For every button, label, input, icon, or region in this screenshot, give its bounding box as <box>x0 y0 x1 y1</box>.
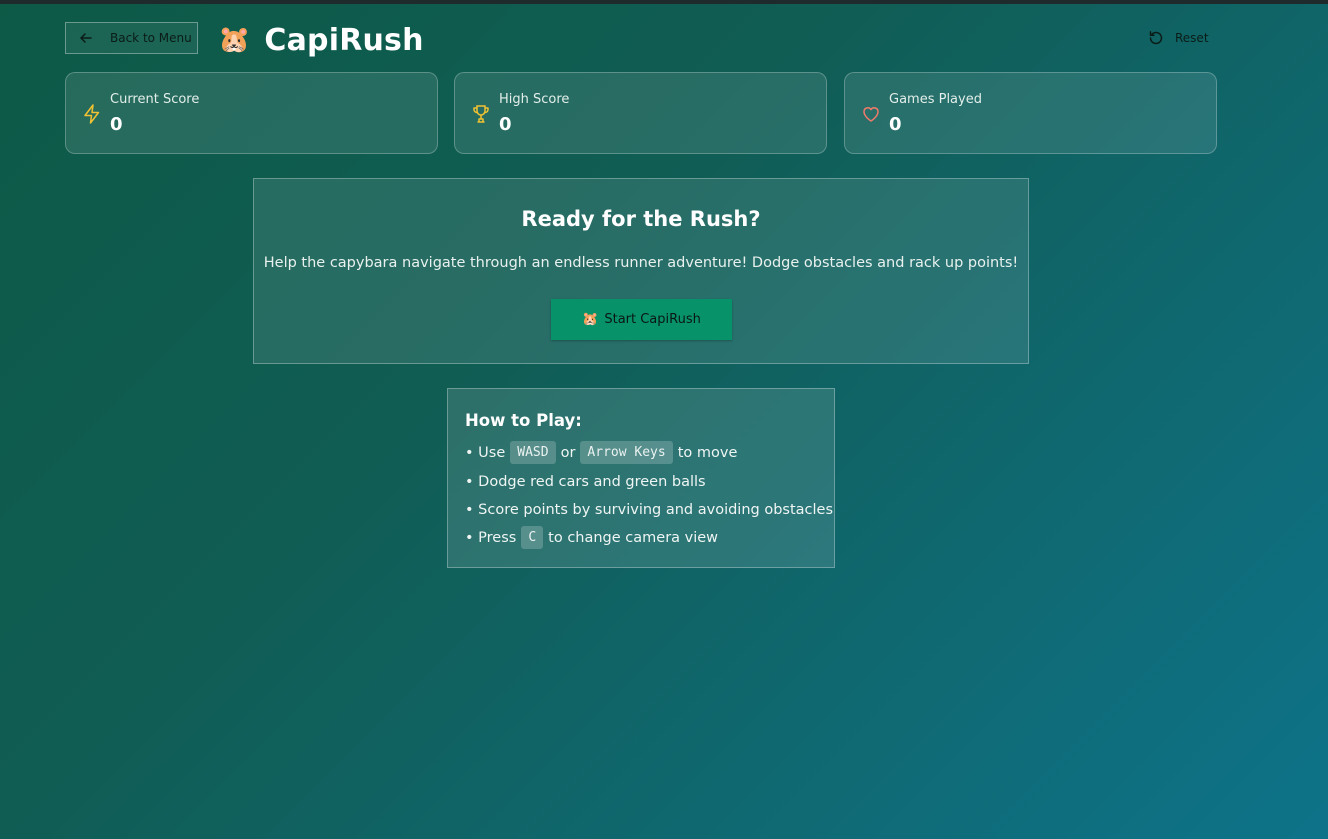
arrow-left-icon <box>79 31 93 45</box>
capybara-icon: 🐹 <box>582 312 599 327</box>
game-title: CapiRush <box>264 22 424 58</box>
instruction-text: • Use <box>465 444 506 461</box>
trophy-icon <box>471 103 491 125</box>
lightning-icon <box>82 103 102 125</box>
stat-label: Games Played <box>889 92 982 107</box>
start-game-button[interactable]: 🐹 Start CapiRush <box>551 299 732 340</box>
stat-label: High Score <box>499 92 570 107</box>
how-to-play-title: How to Play: <box>465 411 582 430</box>
instruction-line: • Dodge red cars and green balls <box>465 474 706 490</box>
back-to-menu-button[interactable]: Back to Menu <box>65 22 198 54</box>
window-top-border <box>0 0 1328 4</box>
instruction-text: or <box>560 444 576 461</box>
start-panel: Ready for the Rush? Help the capybara na… <box>253 178 1029 364</box>
instruction-text: to change camera view <box>548 529 719 546</box>
key-c: C <box>521 526 544 549</box>
reset-button[interactable]: Reset <box>1147 28 1209 48</box>
instruction-text: to move <box>677 444 738 461</box>
how-to-play-panel: How to Play: • Use WASD or Arrow Keys to… <box>447 388 835 568</box>
start-panel-description: Help the capybara navigate through an en… <box>263 255 1019 271</box>
back-to-menu-label: Back to Menu <box>110 31 192 45</box>
reset-label: Reset <box>1175 31 1209 45</box>
start-game-label: Start CapiRush <box>604 312 701 327</box>
rotate-ccw-icon <box>1147 29 1165 47</box>
capybara-icon: 🐹 <box>218 25 251 55</box>
instruction-line: • Use WASD or Arrow Keys to move <box>465 441 737 464</box>
key-wasd: WASD <box>510 441 556 464</box>
stat-value: 0 <box>889 114 902 135</box>
heart-icon <box>861 103 881 125</box>
key-arrow-keys: Arrow Keys <box>580 441 673 464</box>
instruction-text: • Press <box>465 529 517 546</box>
stat-card-current-score: Current Score 0 <box>65 72 438 154</box>
page-title: 🐹 CapiRush <box>218 20 424 60</box>
stat-card-high-score: High Score 0 <box>454 72 827 154</box>
stat-value: 0 <box>110 114 123 135</box>
stat-card-games-played: Games Played 0 <box>844 72 1217 154</box>
start-panel-title: Ready for the Rush? <box>521 207 761 231</box>
instruction-line: • Press C to change camera view <box>465 526 718 549</box>
stat-label: Current Score <box>110 92 200 107</box>
stat-value: 0 <box>499 114 512 135</box>
instruction-line: • Score points by surviving and avoiding… <box>465 502 834 518</box>
